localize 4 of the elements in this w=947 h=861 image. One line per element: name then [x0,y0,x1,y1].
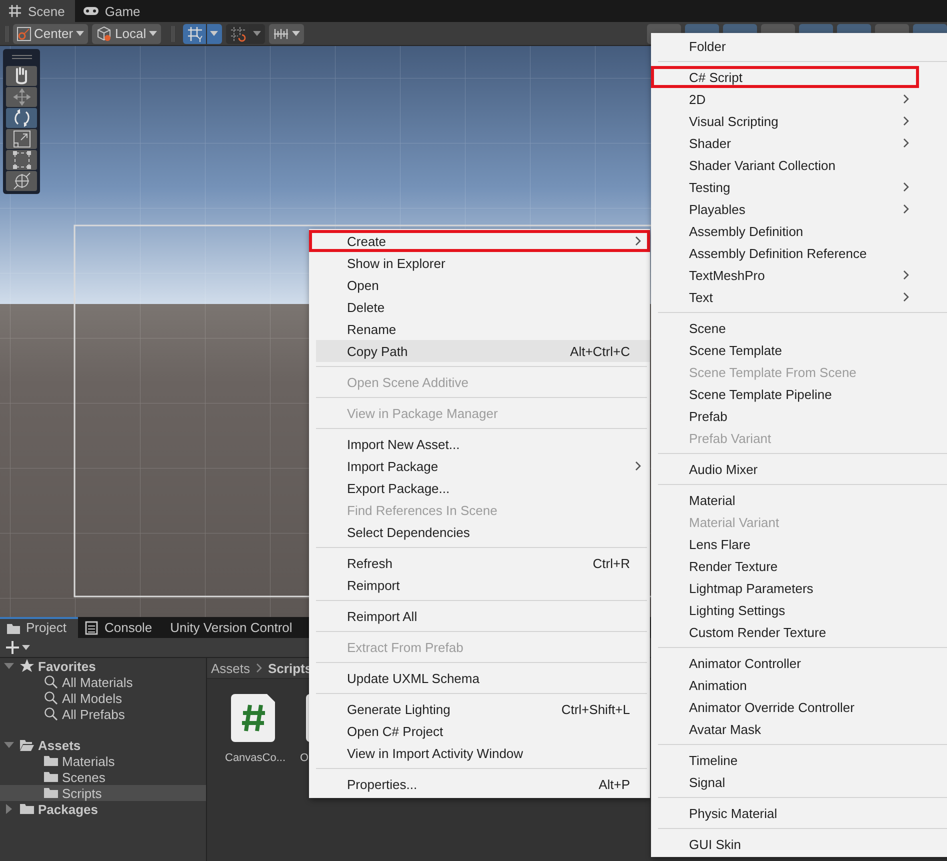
shortcut-label: Alt+P [598,776,630,792]
shortcut-label: Ctrl+Shift+L [561,702,630,716]
shortcut-label: Alt+Ctrl+C [570,344,630,358]
shortcut-label: Ctrl+R [592,556,630,570]
